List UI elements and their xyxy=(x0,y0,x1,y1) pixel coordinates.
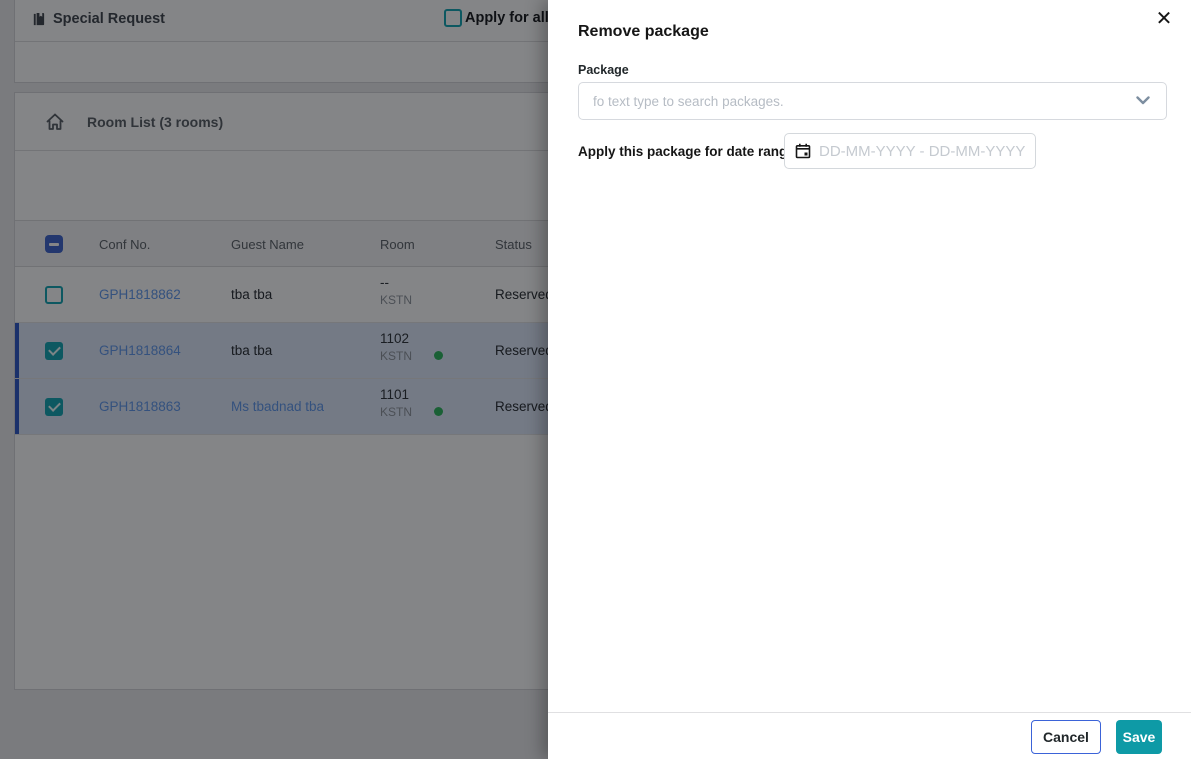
package-select[interactable]: fo text type to search packages. xyxy=(578,82,1167,120)
save-button[interactable]: Save xyxy=(1116,720,1162,754)
date-range-label: Apply this package for date range xyxy=(578,144,795,159)
cancel-button[interactable]: Cancel xyxy=(1031,720,1101,754)
date-range-field[interactable] xyxy=(784,133,1036,169)
calendar-icon xyxy=(795,143,811,159)
screen: Special Request Apply for all Room List … xyxy=(0,0,1191,759)
modal-footer: Cancel Save xyxy=(548,712,1191,759)
package-label: Package xyxy=(578,63,629,77)
modal-title: Remove package xyxy=(578,23,709,40)
remove-package-modal: Remove package ✕ Package fo text type to… xyxy=(548,0,1191,759)
package-select-placeholder: fo text type to search packages. xyxy=(593,94,784,109)
close-icon[interactable]: ✕ xyxy=(1151,6,1177,32)
date-range-input[interactable] xyxy=(819,142,1025,160)
chevron-down-icon xyxy=(1136,96,1150,105)
